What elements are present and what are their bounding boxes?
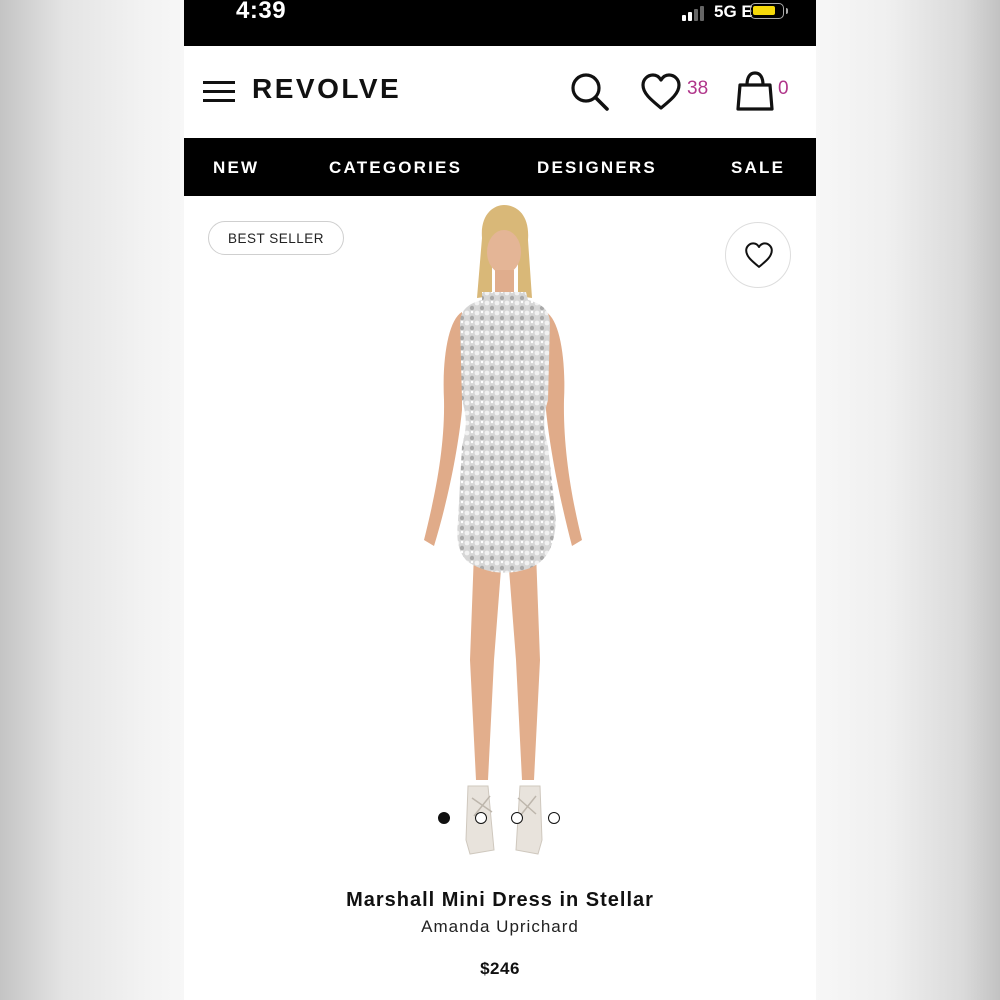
battery-level xyxy=(753,6,775,15)
product-price: $246 xyxy=(480,959,520,978)
nav-item-sale[interactable]: SALE xyxy=(731,158,785,178)
nav-item-new[interactable]: NEW xyxy=(213,158,259,178)
heart-icon xyxy=(745,242,773,268)
nav-item-categories[interactable]: CATEGORIES xyxy=(329,158,462,178)
header: REVOLVE 38 0 xyxy=(184,46,816,138)
wishlist-heart-icon[interactable] xyxy=(640,73,682,111)
status-bar: 4:39 5G E xyxy=(184,0,816,46)
carousel-dot-4[interactable] xyxy=(548,812,560,824)
carousel-dot-3[interactable] xyxy=(511,812,523,824)
product-name[interactable]: Marshall Mini Dress in Stellar xyxy=(184,889,816,912)
carousel-dot-2[interactable] xyxy=(475,812,487,824)
wishlist-count: 38 xyxy=(687,78,709,99)
phone-screen: 4:39 5G E REVOLVE 38 0 NEW CATEGORIES DE… xyxy=(184,0,816,1000)
battery-icon xyxy=(750,3,788,19)
shopping-bag-icon[interactable] xyxy=(734,70,776,112)
main-nav: NEW CATEGORIES DESIGNERS SALE xyxy=(184,138,816,196)
best-seller-badge: BEST SELLER xyxy=(208,221,345,255)
image-carousel-dots xyxy=(438,812,568,826)
carousel-dot-1[interactable] xyxy=(438,812,450,824)
background-right xyxy=(816,0,1000,1000)
background-left xyxy=(0,0,184,1000)
bag-count: 0 xyxy=(778,78,789,99)
network-type: 5G E xyxy=(714,2,753,21)
nav-item-designers[interactable]: DESIGNERS xyxy=(537,158,657,178)
favorite-button[interactable] xyxy=(725,222,791,288)
menu-icon[interactable] xyxy=(203,81,235,103)
product-image[interactable] xyxy=(404,200,604,880)
signal-icon xyxy=(682,5,708,21)
status-time: 4:39 xyxy=(236,0,287,24)
search-icon[interactable] xyxy=(569,71,611,113)
brand-logo[interactable]: REVOLVE xyxy=(252,73,401,105)
product-designer[interactable]: Amanda Uprichard xyxy=(184,917,816,937)
